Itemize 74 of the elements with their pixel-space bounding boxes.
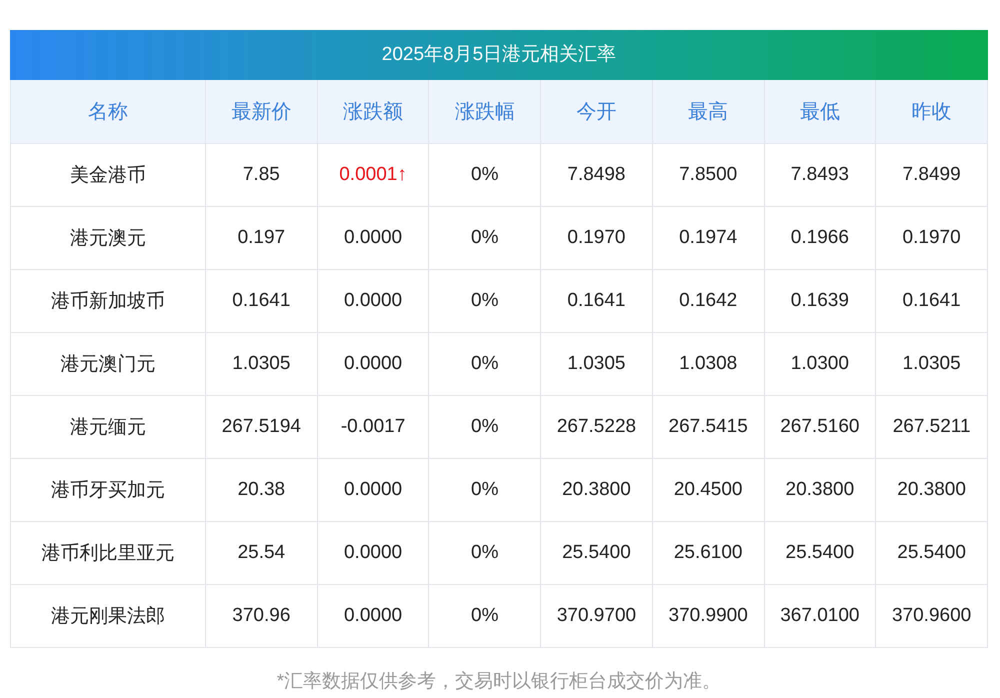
table-cell: 0.0000 bbox=[317, 206, 429, 270]
table-cell: 20.3800 bbox=[764, 458, 876, 522]
table-cell: 0% bbox=[428, 396, 541, 458]
table-cell: 267.5415 bbox=[652, 396, 764, 458]
table-cell: 0.1642 bbox=[652, 270, 764, 332]
table-cell: 美金港币 bbox=[10, 144, 206, 206]
table-cell: 0.0000 bbox=[317, 522, 429, 584]
table-cell: 267.5160 bbox=[764, 396, 876, 458]
table-cell: 267.5228 bbox=[540, 396, 652, 458]
table-cell: 7.85 bbox=[206, 144, 318, 206]
table-cell: 0.1966 bbox=[764, 206, 876, 270]
table-cell: 0% bbox=[428, 206, 541, 270]
table-cell: 20.3800 bbox=[876, 458, 988, 522]
table-cell: 1.0308 bbox=[652, 332, 764, 396]
table-cell: 0.1641 bbox=[206, 270, 318, 332]
table-cell: 1.0300 bbox=[764, 332, 876, 396]
table-cell: 370.9600 bbox=[876, 584, 988, 648]
table-cell: 港元澳门元 bbox=[10, 332, 206, 396]
table-cell: 25.5400 bbox=[540, 522, 652, 584]
table-cell: 0.1970 bbox=[540, 206, 652, 270]
table-cell: 0.0001↑ bbox=[317, 144, 429, 206]
table-cell: 267.5194 bbox=[206, 396, 318, 458]
table-cell: 1.0305 bbox=[206, 332, 318, 396]
table-cell: 25.5400 bbox=[876, 522, 988, 584]
table-title: 2025年8月5日港元相关汇率 bbox=[10, 30, 988, 80]
table-cell: 0.0000 bbox=[317, 332, 429, 396]
table-cell: 0% bbox=[428, 332, 541, 396]
table-cell: 0% bbox=[428, 270, 541, 332]
table-cell: 0% bbox=[428, 522, 541, 584]
table-cell: 0.0000 bbox=[317, 584, 429, 648]
table-cell: 0.1641 bbox=[876, 270, 988, 332]
column-header: 昨收 bbox=[876, 80, 988, 144]
column-header: 名称 bbox=[10, 80, 206, 144]
table-cell: 25.5400 bbox=[764, 522, 876, 584]
column-header: 涨跌幅 bbox=[428, 80, 541, 144]
column-header: 涨跌额 bbox=[317, 80, 429, 144]
table-cell: 7.8498 bbox=[540, 144, 652, 206]
table-cell: 1.0305 bbox=[540, 332, 652, 396]
table-cell: 0% bbox=[428, 458, 541, 522]
table-cell: 0.0000 bbox=[317, 458, 429, 522]
table-cell: 20.38 bbox=[206, 458, 318, 522]
column-header: 最高 bbox=[652, 80, 764, 144]
table-cell: 港元澳元 bbox=[10, 206, 206, 270]
table-cell: 0.1639 bbox=[764, 270, 876, 332]
table-cell: 港元缅元 bbox=[10, 396, 206, 458]
table-cell: 7.8493 bbox=[764, 144, 876, 206]
table-cell: 港币利比里亚元 bbox=[10, 522, 206, 584]
footnote: *汇率数据仅供参考，交易时以银行柜台成交价为准。 bbox=[276, 670, 722, 694]
table-cell: 7.8499 bbox=[876, 144, 988, 206]
column-header: 最新价 bbox=[206, 80, 318, 144]
table-cell: 0.1641 bbox=[540, 270, 652, 332]
table-cell: 0% bbox=[428, 584, 541, 648]
table-cell: 367.0100 bbox=[764, 584, 876, 648]
column-header: 最低 bbox=[764, 80, 876, 144]
table-cell: 0% bbox=[428, 144, 541, 206]
table-cell: 港币牙买加元 bbox=[10, 458, 206, 522]
table-cell: 370.9900 bbox=[652, 584, 764, 648]
table-cell: 0.1974 bbox=[652, 206, 764, 270]
table-cell: 0.0000 bbox=[317, 270, 429, 332]
table-cell: 370.96 bbox=[206, 584, 318, 648]
table-cell: 0.197 bbox=[206, 206, 318, 270]
table-cell: 港元刚果法郎 bbox=[10, 584, 206, 648]
table-cell: 0.1970 bbox=[876, 206, 988, 270]
column-header: 今开 bbox=[540, 80, 652, 144]
table-cell: 1.0305 bbox=[876, 332, 988, 396]
table-cell: 20.3800 bbox=[540, 458, 652, 522]
table-cell: 267.5211 bbox=[876, 396, 988, 458]
table-cell: 港币新加坡币 bbox=[10, 270, 206, 332]
table-cell: -0.0017 bbox=[317, 396, 429, 458]
table-cell: 7.8500 bbox=[652, 144, 764, 206]
table-cell: 25.6100 bbox=[652, 522, 764, 584]
table-cell: 370.9700 bbox=[540, 584, 652, 648]
table-cell: 20.4500 bbox=[652, 458, 764, 522]
table-cell: 25.54 bbox=[206, 522, 318, 584]
